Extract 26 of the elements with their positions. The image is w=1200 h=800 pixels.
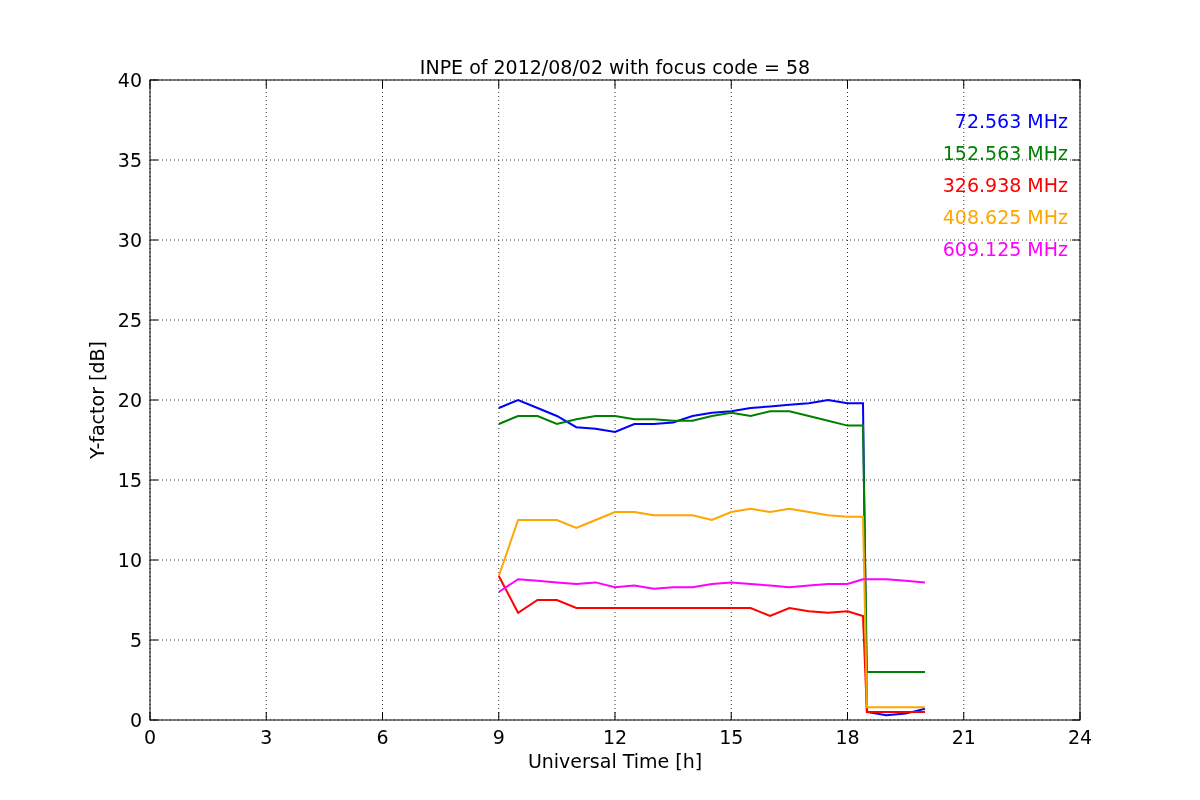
chart-title: INPE of 2012/08/02 with focus code = 58 <box>419 56 811 78</box>
tick-label: 30 <box>117 229 142 251</box>
tick-label: 12 <box>602 726 628 748</box>
legend-label: 408.625 MHz <box>942 206 1068 228</box>
tick-label: 15 <box>719 726 744 748</box>
legend-label: 609.125 MHz <box>942 238 1068 260</box>
tick-label: 9 <box>492 726 505 748</box>
tick-label: 15 <box>117 469 142 491</box>
tick-label: 21 <box>951 726 976 748</box>
tick-label: 24 <box>1067 726 1093 748</box>
tick-label: 3 <box>260 726 273 748</box>
legend-label: 326.938 MHz <box>942 174 1068 196</box>
tick-label: 0 <box>143 726 157 748</box>
tick-label: 10 <box>117 549 142 571</box>
tick-label: 6 <box>376 726 389 748</box>
tick-label: 0 <box>129 709 142 731</box>
tick-label: 20 <box>117 389 142 411</box>
y-axis-label: Y-factor [dB] <box>86 341 108 459</box>
tick-label: 25 <box>117 309 142 331</box>
tick-label: 40 <box>117 69 142 91</box>
tick-label: 35 <box>117 149 142 171</box>
legend-label: 72.563 MHz <box>954 110 1068 132</box>
tick-label: 18 <box>835 726 860 748</box>
legend-label: 152.563 MHz <box>942 142 1068 164</box>
tick-label: 5 <box>129 629 142 651</box>
x-axis-label: Universal Time [h] <box>527 750 703 772</box>
